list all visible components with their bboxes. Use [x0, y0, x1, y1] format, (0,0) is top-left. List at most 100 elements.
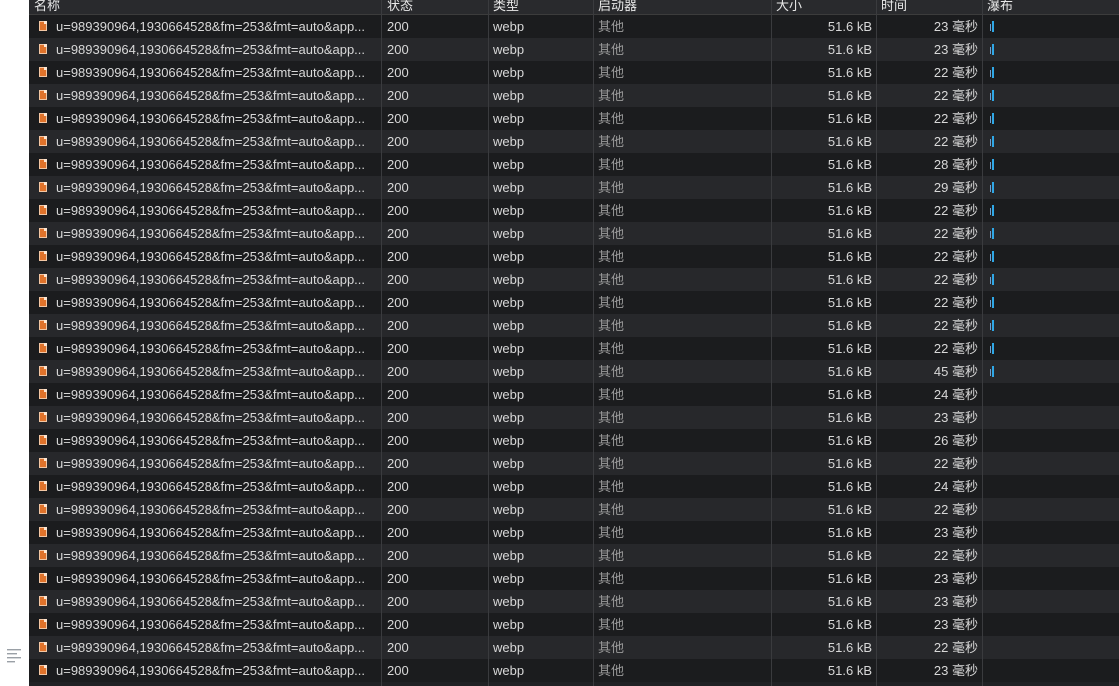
request-name: u=989390964,1930664528&fm=253&fmt=auto&a… [56, 594, 366, 609]
column-header-initiator[interactable]: 启动器 [593, 0, 773, 14]
request-initiator: 其他 [598, 65, 625, 80]
request-time: 24 毫秒 [933, 387, 978, 402]
request-status: 200 [387, 617, 409, 632]
request-initiator: 其他 [598, 272, 625, 287]
network-request-row[interactable]: u=989390964,1930664528&fm=253&fmt=auto&a… [29, 199, 1119, 222]
waterfall-download-segment [992, 90, 994, 101]
network-request-row[interactable]: u=989390964,1930664528&fm=253&fmt=auto&a… [29, 337, 1119, 360]
column-header-type[interactable]: 类型 [488, 0, 594, 14]
waterfall-timing-bar [990, 159, 994, 170]
network-request-row[interactable]: u=989390964,1930664528&fm=253&fmt=auto&a… [29, 245, 1119, 268]
request-type: webp [493, 65, 525, 80]
network-request-row[interactable]: u=989390964,1930664528&fm=253&fmt=auto&a… [29, 61, 1119, 84]
webp-file-icon [39, 435, 47, 445]
drag-handle-icon [7, 649, 21, 663]
request-initiator: 其他 [598, 203, 625, 218]
webp-file-icon [39, 159, 47, 169]
network-table-header: 名称 状态 类型 启动器 大小 时间 瀑布 [29, 0, 1119, 15]
request-name: u=989390964,1930664528&fm=253&fmt=auto&a… [56, 272, 366, 287]
network-request-row[interactable]: u=989390964,1930664528&fm=253&fmt=auto&a… [29, 176, 1119, 199]
waterfall-wait-segment [990, 93, 991, 100]
network-request-row[interactable]: u=989390964,1930664528&fm=253&fmt=auto&a… [29, 613, 1119, 636]
request-status: 200 [387, 272, 409, 287]
request-type: webp [493, 111, 525, 126]
network-request-row[interactable]: u=989390964,1930664528&fm=253&fmt=auto&a… [29, 567, 1119, 590]
column-header-time[interactable]: 时间 [876, 0, 982, 14]
request-time: 23 毫秒 [933, 410, 978, 425]
network-request-row[interactable]: u=989390964,1930664528&fm=253&fmt=auto&a… [29, 521, 1119, 544]
waterfall-download-segment [992, 159, 994, 170]
network-request-row[interactable]: u=989390964,1930664528&fm=253&fmt=auto&a… [29, 84, 1119, 107]
request-initiator: 其他 [598, 387, 625, 402]
network-request-row[interactable]: u=989390964,1930664528&fm=253&fmt=auto&a… [29, 360, 1119, 383]
request-time: 22 毫秒 [933, 88, 978, 103]
network-request-row[interactable]: u=989390964,1930664528&fm=253&fmt=auto&a… [29, 130, 1119, 153]
waterfall-wait-segment [990, 346, 991, 353]
column-header-status[interactable]: 状态 [382, 0, 488, 14]
request-status: 200 [387, 19, 409, 34]
waterfall-wait-segment [990, 116, 991, 123]
request-type: webp [493, 364, 525, 379]
network-request-row[interactable]: u=989390964,1930664528&fm=253&fmt=auto&a… [29, 406, 1119, 429]
waterfall-timing-bar [990, 274, 994, 285]
request-size: 51.6 kB [827, 640, 872, 655]
column-divider [876, 0, 877, 686]
request-time: 22 毫秒 [933, 318, 978, 333]
request-initiator: 其他 [598, 249, 625, 264]
request-size: 51.6 kB [827, 111, 872, 126]
request-time: 22 毫秒 [933, 502, 978, 517]
request-initiator: 其他 [598, 571, 625, 586]
waterfall-wait-segment [990, 323, 991, 330]
network-request-row[interactable]: u=989390964,1930664528&fm=253&fmt=auto&a… [29, 268, 1119, 291]
request-time: 23 毫秒 [933, 663, 978, 678]
request-size: 51.6 kB [827, 157, 872, 172]
request-initiator: 其他 [598, 157, 625, 172]
network-request-row[interactable]: u=989390964,1930664528&fm=253&fmt=auto&a… [29, 429, 1119, 452]
request-name: u=989390964,1930664528&fm=253&fmt=auto&a… [56, 157, 366, 172]
waterfall-timing-bar [990, 297, 994, 308]
webp-file-icon [39, 366, 47, 376]
request-type: webp [493, 548, 525, 563]
webp-file-icon [39, 44, 47, 54]
column-header-name[interactable]: 名称 [29, 0, 381, 14]
request-name: u=989390964,1930664528&fm=253&fmt=auto&a… [56, 433, 366, 448]
request-status: 200 [387, 479, 409, 494]
request-type: webp [493, 410, 525, 425]
request-size: 51.6 kB [827, 295, 872, 310]
column-header-waterfall[interactable]: 瀑布 [982, 0, 1119, 14]
request-name: u=989390964,1930664528&fm=253&fmt=auto&a… [56, 640, 366, 655]
request-status: 200 [387, 341, 409, 356]
network-request-row[interactable]: u=989390964,1930664528&fm=253&fmt=auto&a… [29, 498, 1119, 521]
column-header-size[interactable]: 大小 [771, 0, 877, 14]
network-request-row[interactable]: u=989390964,1930664528&fm=253&fmt=auto&a… [29, 222, 1119, 245]
network-request-row[interactable]: u=989390964,1930664528&fm=253&fmt=auto&a… [29, 590, 1119, 613]
network-request-row[interactable]: u=989390964,1930664528&fm=253&fmt=auto&a… [29, 636, 1119, 659]
webp-file-icon [39, 481, 47, 491]
request-size: 51.6 kB [827, 42, 872, 57]
request-size: 51.6 kB [827, 617, 872, 632]
waterfall-timing-bar [990, 366, 994, 377]
request-initiator: 其他 [598, 134, 625, 149]
network-request-row[interactable]: u=989390964,1930664528&fm=253&fmt=auto&a… [29, 107, 1119, 130]
request-time: 23 毫秒 [933, 42, 978, 57]
network-request-row[interactable]: u=989390964,1930664528&fm=253&fmt=auto&a… [29, 659, 1119, 682]
network-request-row[interactable]: u=989390964,1930664528&fm=253&fmt=auto&a… [29, 38, 1119, 61]
network-request-row[interactable]: u=989390964,1930664528&fm=253&fmt=auto&a… [29, 452, 1119, 475]
webp-file-icon [39, 642, 47, 652]
request-type: webp [493, 134, 525, 149]
request-name: u=989390964,1930664528&fm=253&fmt=auto&a… [56, 456, 366, 471]
request-name: u=989390964,1930664528&fm=253&fmt=auto&a… [56, 19, 366, 34]
network-request-row[interactable]: u=989390964,1930664528&fm=253&fmt=auto&a… [29, 544, 1119, 567]
request-name: u=989390964,1930664528&fm=253&fmt=auto&a… [56, 42, 366, 57]
request-time: 23 毫秒 [933, 617, 978, 632]
request-status: 200 [387, 226, 409, 241]
network-request-row[interactable]: u=989390964,1930664528&fm=253&fmt=auto&a… [29, 383, 1119, 406]
network-request-row[interactable]: u=989390964,1930664528&fm=253&fmt=auto&a… [29, 475, 1119, 498]
request-type: webp [493, 617, 525, 632]
network-request-row[interactable]: u=989390964,1930664528&fm=253&fmt=auto&a… [29, 314, 1119, 337]
network-request-row[interactable]: u=989390964,1930664528&fm=253&fmt=auto&a… [29, 153, 1119, 176]
request-status: 200 [387, 663, 409, 678]
waterfall-timing-bar [990, 343, 994, 354]
network-request-row[interactable]: u=989390964,1930664528&fm=253&fmt=auto&a… [29, 15, 1119, 38]
network-request-row[interactable]: u=989390964,1930664528&fm=253&fmt=auto&a… [29, 291, 1119, 314]
